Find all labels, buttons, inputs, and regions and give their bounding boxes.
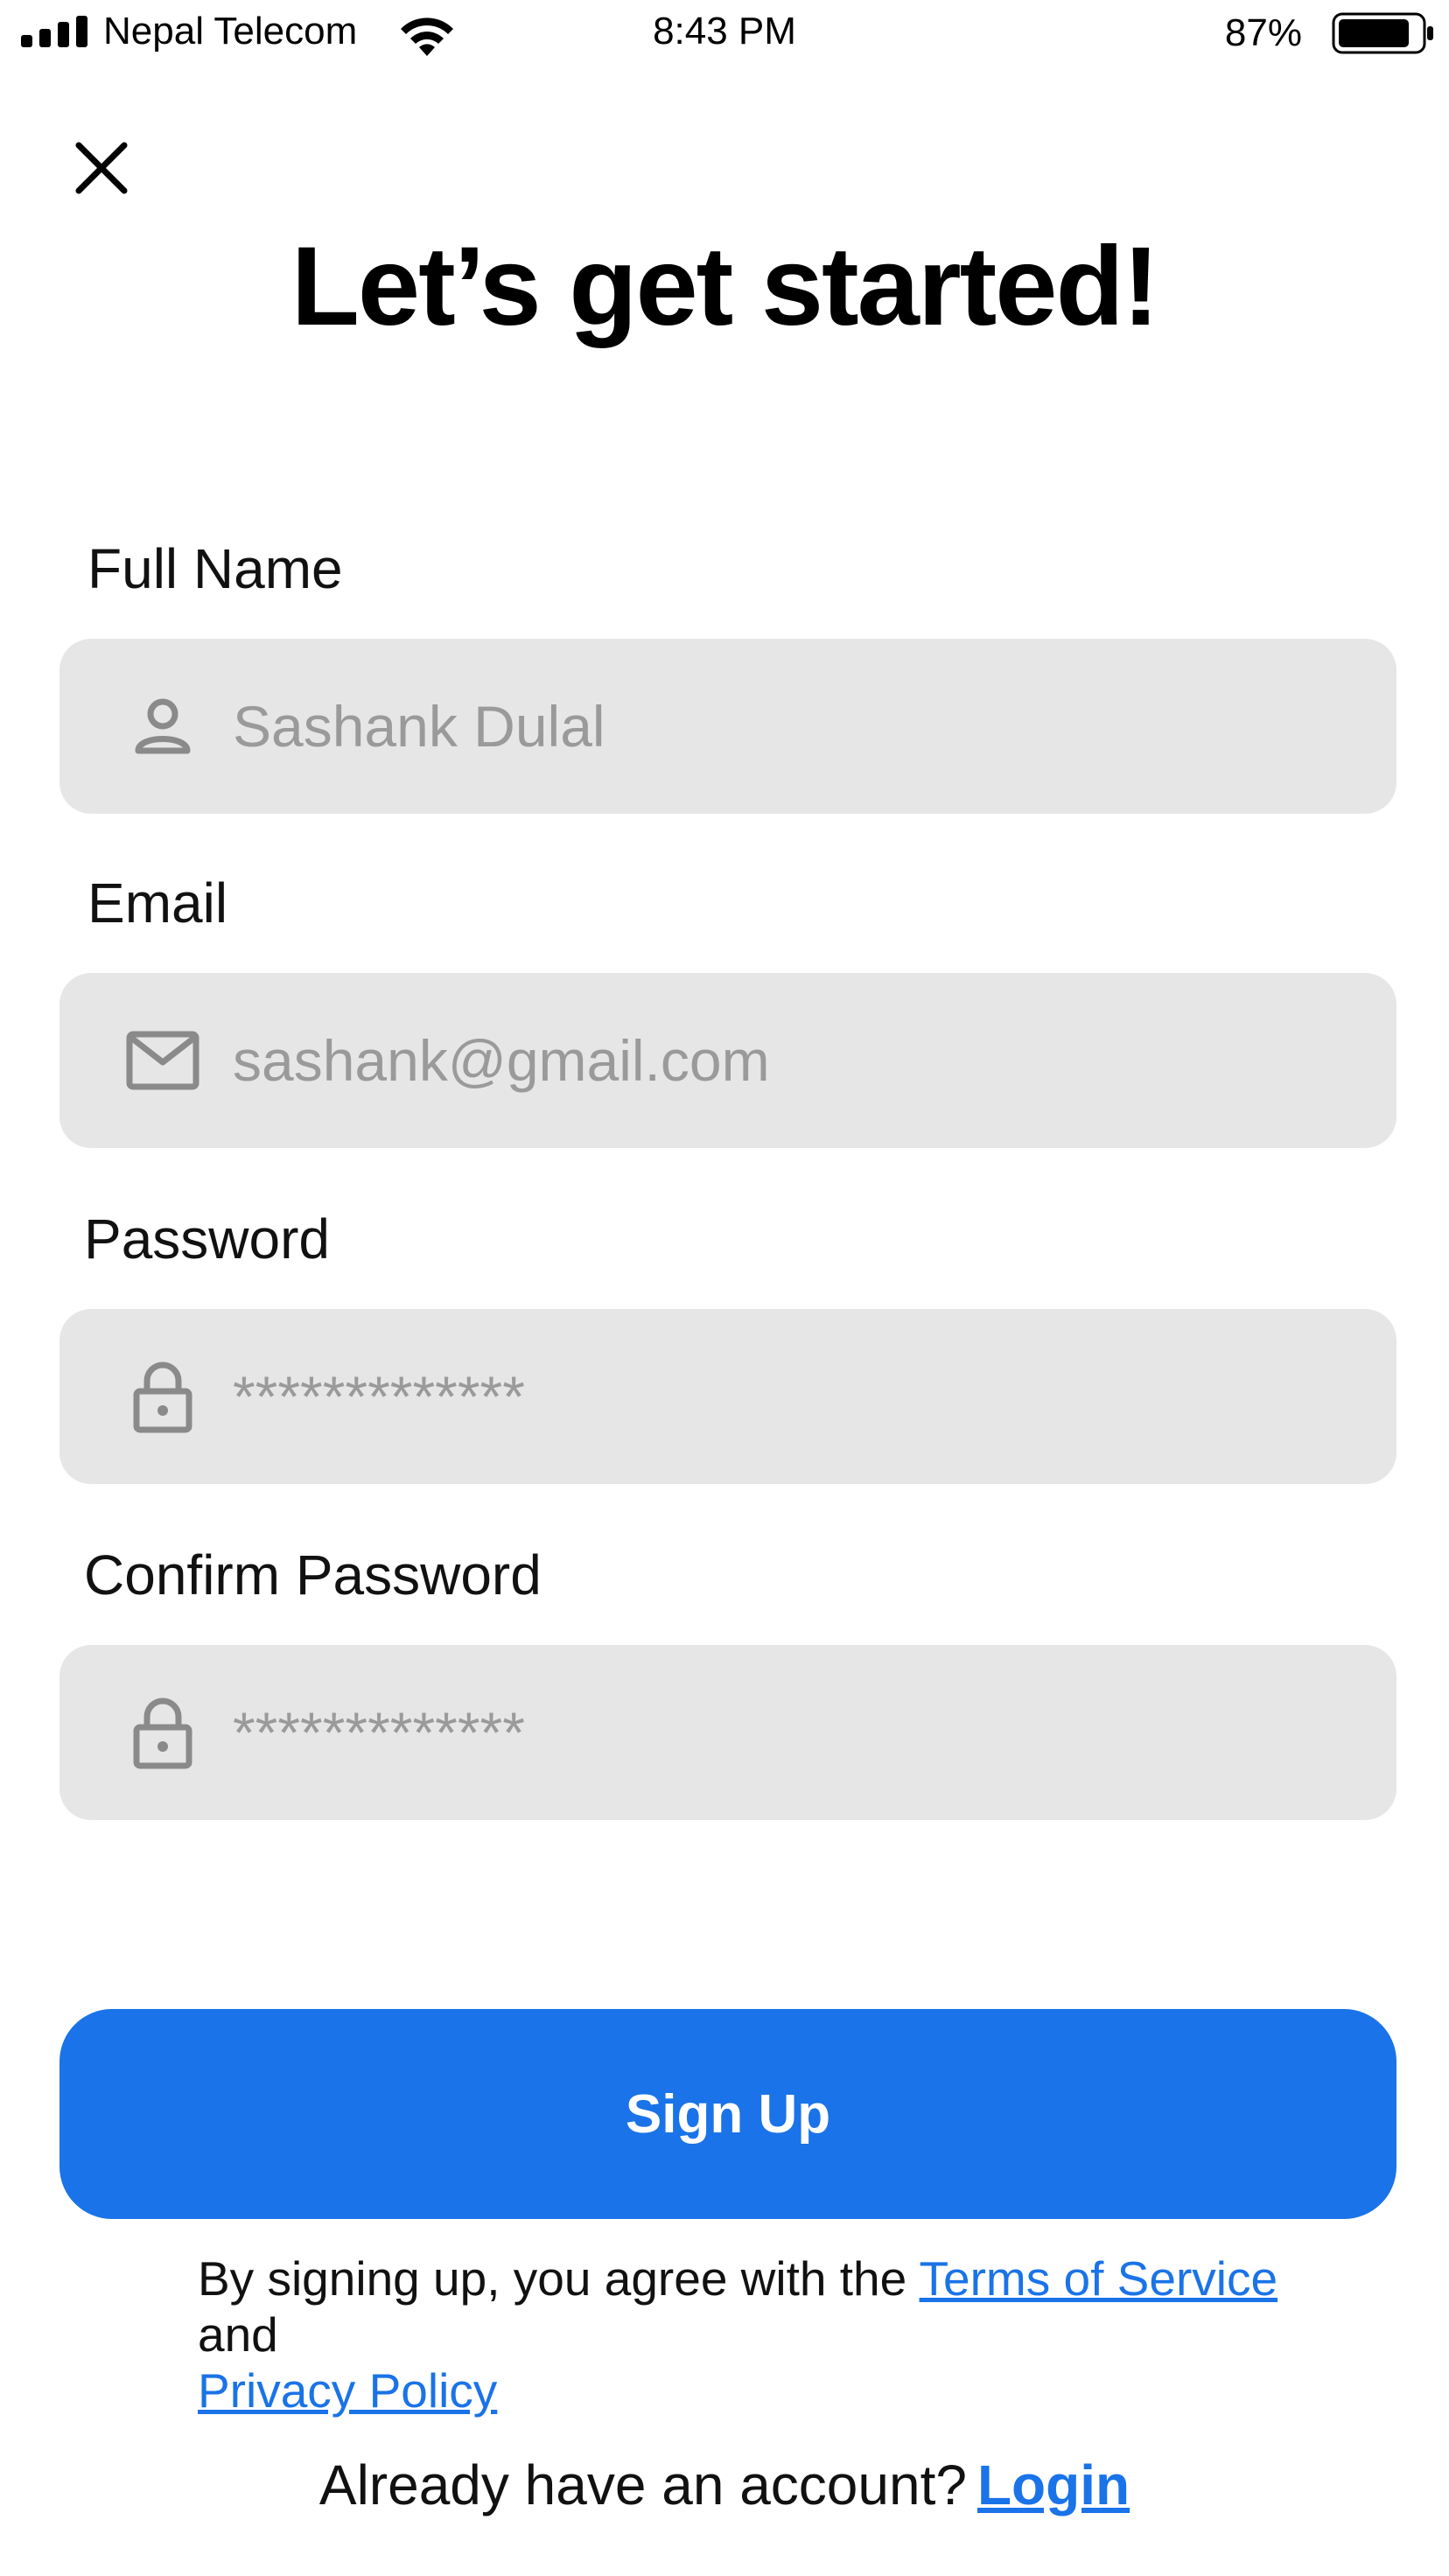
login-prompt: Already have an account? bbox=[318, 2454, 967, 2516]
login-prompt-row: Already have an account? Login bbox=[0, 2450, 1449, 2520]
email-field[interactable] bbox=[60, 973, 1396, 1148]
mail-icon bbox=[119, 1017, 206, 1104]
close-button[interactable] bbox=[66, 133, 136, 203]
full-name-label: Full Name bbox=[88, 537, 343, 600]
confirm-password-input[interactable] bbox=[233, 1645, 1353, 1820]
password-field[interactable] bbox=[60, 1309, 1396, 1484]
battery-percent: 87% bbox=[1224, 11, 1302, 54]
terms-conjunction: and bbox=[198, 2307, 278, 2362]
page-title: Let’s get started! bbox=[290, 224, 1160, 349]
email-input[interactable] bbox=[233, 973, 1353, 1148]
full-name-input[interactable] bbox=[233, 639, 1353, 814]
confirm-password-label: Confirm Password bbox=[84, 1544, 542, 1606]
battery-icon bbox=[1332, 12, 1433, 54]
login-link[interactable]: Login bbox=[977, 2454, 1130, 2516]
full-name-field[interactable] bbox=[60, 639, 1396, 814]
terms-prefix: By signing up, you agree with the bbox=[198, 2251, 907, 2306]
password-label: Password bbox=[84, 1208, 330, 1270]
privacy-policy-link[interactable]: Privacy Policy bbox=[198, 2363, 497, 2418]
sign-up-button[interactable]: Sign Up bbox=[60, 2009, 1396, 2219]
email-label: Email bbox=[88, 872, 228, 934]
confirm-password-field[interactable] bbox=[60, 1645, 1396, 1820]
lock-icon bbox=[119, 1689, 206, 1776]
battery-level-fill bbox=[1339, 19, 1410, 47]
password-input[interactable] bbox=[233, 1309, 1353, 1484]
terms-notice: By signing up, you agree with the Terms … bbox=[198, 2250, 1283, 2418]
person-icon bbox=[119, 682, 206, 770]
lock-icon bbox=[119, 1353, 206, 1440]
close-icon bbox=[75, 142, 128, 194]
status-bar: Nepal Telecom 8:43 PM 87% bbox=[0, 0, 1449, 70]
terms-of-service-link[interactable]: Terms of Service bbox=[920, 2251, 1278, 2306]
